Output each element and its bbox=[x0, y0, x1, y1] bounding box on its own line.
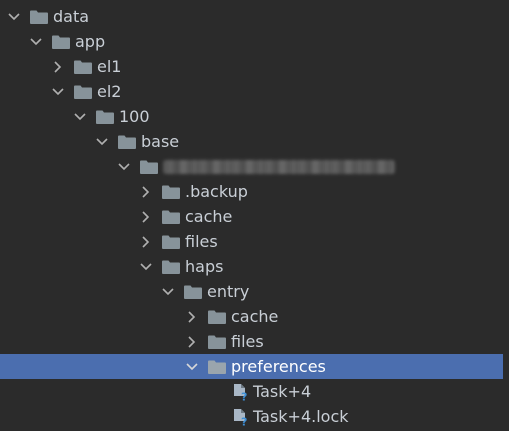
tree-row-cache[interactable]: cache bbox=[0, 204, 509, 229]
unknown-file-icon: ? bbox=[232, 408, 250, 426]
folder-icon bbox=[74, 60, 92, 74]
tree-row-task4[interactable]: ? Task+4 bbox=[0, 379, 509, 404]
tree-row-label: entry bbox=[207, 281, 250, 301]
tree-row-100[interactable]: 100 bbox=[0, 104, 509, 129]
tree-row-label: haps bbox=[185, 256, 224, 276]
tree-row-task4-lock[interactable]: ? Task+4.lock bbox=[0, 404, 509, 429]
folder-icon bbox=[162, 185, 180, 199]
tree-row-label: .backup bbox=[185, 181, 248, 201]
chevron-right-icon[interactable] bbox=[186, 334, 198, 350]
chevron-down-icon[interactable] bbox=[74, 109, 86, 125]
chevron-down-icon[interactable] bbox=[30, 34, 42, 50]
tree-row-entry-cache[interactable]: cache bbox=[0, 304, 509, 329]
tree-row-label: base bbox=[141, 131, 180, 151]
tree-row-label: files bbox=[231, 331, 264, 351]
chevron-down-icon[interactable] bbox=[140, 259, 152, 275]
tree-row-label: cache bbox=[231, 306, 279, 326]
folder-icon bbox=[118, 135, 136, 149]
tree-row-preferences[interactable]: preferences bbox=[0, 354, 503, 379]
tree-row-label: app bbox=[75, 31, 106, 51]
folder-icon bbox=[140, 160, 158, 174]
tree-row-label: files bbox=[185, 231, 218, 251]
tree-row-label: el1 bbox=[97, 56, 122, 76]
folder-icon bbox=[96, 110, 114, 124]
chevron-down-icon[interactable] bbox=[118, 159, 130, 175]
file-tree: data app el1 el2 100 base .backup cache … bbox=[0, 4, 509, 429]
svg-text:?: ? bbox=[241, 415, 247, 426]
chevron-down-icon[interactable] bbox=[8, 9, 20, 25]
tree-row-data[interactable]: data bbox=[0, 4, 509, 29]
tree-row-el2[interactable]: el2 bbox=[0, 79, 509, 104]
tree-row-entry[interactable]: entry bbox=[0, 279, 509, 304]
chevron-right-icon[interactable] bbox=[140, 184, 152, 200]
chevron-down-icon[interactable] bbox=[52, 84, 64, 100]
tree-row-redacted-package[interactable] bbox=[0, 154, 509, 179]
svg-text:?: ? bbox=[241, 390, 247, 401]
chevron-down-icon[interactable] bbox=[162, 284, 174, 300]
tree-row-label: data bbox=[53, 6, 90, 26]
folder-icon bbox=[208, 360, 226, 374]
folder-icon bbox=[52, 35, 70, 49]
chevron-right-icon[interactable] bbox=[52, 59, 64, 75]
tree-row-files[interactable]: files bbox=[0, 229, 509, 254]
folder-icon bbox=[184, 285, 202, 299]
folder-icon bbox=[162, 235, 180, 249]
tree-row-haps[interactable]: haps bbox=[0, 254, 509, 279]
chevron-down-icon[interactable] bbox=[186, 359, 198, 375]
tree-row-label: preferences bbox=[231, 356, 326, 376]
tree-row-el1[interactable]: el1 bbox=[0, 54, 509, 79]
folder-icon bbox=[162, 260, 180, 274]
chevron-down-icon[interactable] bbox=[96, 134, 108, 150]
tree-row-label: Task+4 bbox=[253, 381, 312, 401]
folder-icon bbox=[162, 210, 180, 224]
chevron-right-icon[interactable] bbox=[140, 209, 152, 225]
folder-icon bbox=[208, 310, 226, 324]
tree-row-base[interactable]: base bbox=[0, 129, 509, 154]
folder-icon bbox=[30, 10, 48, 24]
redacted-name bbox=[163, 159, 395, 174]
tree-row-label: el2 bbox=[97, 81, 122, 101]
tree-row-app[interactable]: app bbox=[0, 29, 509, 54]
tree-row-label: 100 bbox=[119, 106, 150, 126]
chevron-right-icon[interactable] bbox=[140, 234, 152, 250]
chevron-right-icon[interactable] bbox=[186, 309, 198, 325]
unknown-file-icon: ? bbox=[232, 383, 250, 401]
tree-row-backup[interactable]: .backup bbox=[0, 179, 509, 204]
tree-row-entry-files[interactable]: files bbox=[0, 329, 509, 354]
tree-row-label: Task+4.lock bbox=[253, 406, 349, 426]
folder-icon bbox=[208, 335, 226, 349]
tree-row-label: cache bbox=[185, 206, 233, 226]
folder-icon bbox=[74, 85, 92, 99]
